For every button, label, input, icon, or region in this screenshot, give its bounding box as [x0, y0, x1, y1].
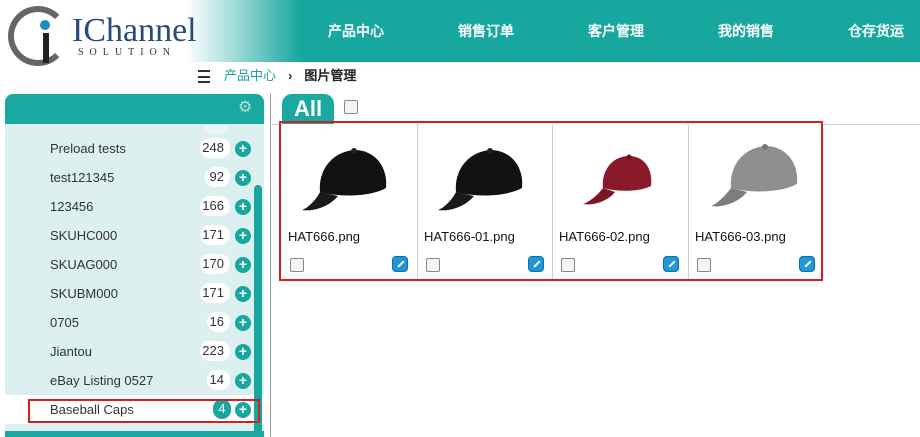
sidebar-item-count: 170 [200, 254, 230, 274]
sidebar-item[interactable]: SKUBM000 171 + [5, 279, 264, 308]
sidebar-item-label: eBay Listing 0527 [50, 373, 154, 388]
logo-i-icon [43, 33, 49, 63]
nav-item-sales-orders[interactable]: 销售订单 [458, 0, 514, 62]
select-all-checkbox[interactable] [344, 100, 358, 114]
sidebar-item[interactable]: SKUAG000 170 + [5, 250, 264, 279]
sidebar-item-label: 123456 [50, 199, 94, 214]
sidebar-item-count: 248 [200, 138, 230, 158]
add-icon[interactable]: + [235, 228, 251, 244]
add-icon[interactable]: + [235, 344, 251, 360]
breadcrumb-current: 图片管理 [304, 68, 357, 83]
breadcrumb-link-product-center[interactable]: 产品中心 [224, 68, 276, 83]
sidebar-item-count: 171 [200, 225, 230, 245]
add-icon[interactable]: + [235, 141, 251, 157]
sidebar-header: ⚙ [5, 94, 264, 124]
sidebar-item-count: 171 [200, 283, 230, 303]
tab-all[interactable]: All [282, 94, 334, 124]
sidebar-item[interactable]: Jiantou 223 + [5, 337, 264, 366]
add-icon[interactable]: + [235, 257, 251, 273]
sidebar-item-label: SKUAG000 [50, 257, 118, 272]
sidebar-item[interactable]: test121345 92 + [5, 163, 264, 192]
nav-item-product-center[interactable]: 产品中心 [328, 0, 384, 62]
nav-item-my-sales[interactable]: 我的销售 [718, 0, 774, 62]
sidebar: ⚙ Preload tests 248 + test121345 92 + 12… [5, 94, 264, 437]
logo-text: IChannel [72, 12, 197, 49]
sidebar-item[interactable]: Preload tests 248 + [5, 134, 264, 163]
nav-item-customer-management[interactable]: 客户管理 [588, 0, 644, 62]
sidebar-item[interactable]: 0705 16 + [5, 308, 264, 337]
sidebar-item-count: 16 [207, 312, 230, 332]
sidebar-item[interactable]: eBay Listing 0527 14 + [5, 366, 264, 395]
gear-icon[interactable]: ⚙ [238, 100, 254, 116]
chevron-right-icon: › [288, 68, 293, 83]
sidebar-item-count: 166 [200, 196, 230, 216]
logo[interactable]: IChannel SOLUTION [0, 0, 300, 66]
sidebar-item-label: test121345 [50, 170, 115, 185]
sidebar-list: Preload tests 248 + test121345 92 + 1234… [5, 124, 264, 437]
menu-icon[interactable] [198, 70, 210, 84]
main-divider [270, 94, 271, 437]
sidebar-item[interactable]: 123456 166 + [5, 192, 264, 221]
add-icon[interactable]: + [235, 315, 251, 331]
nav-item-warehouse-shipping[interactable]: 仓存货运 [848, 0, 904, 62]
selected-item-highlight [28, 399, 260, 423]
logo-subtext: SOLUTION [78, 47, 176, 58]
logo-dot-icon [40, 20, 50, 30]
add-icon[interactable]: + [235, 170, 251, 186]
sidebar-item-count [203, 124, 229, 134]
images-highlight [279, 121, 823, 281]
add-icon[interactable]: + [235, 373, 251, 389]
sidebar-item-count: 14 [207, 370, 230, 390]
sidebar-item-label: SKUBM000 [50, 286, 118, 301]
breadcrumb: 产品中心 › 图片管理 [198, 66, 356, 86]
sidebar-item-label: 0705 [50, 315, 79, 330]
sidebar-item-label: SKUHC000 [50, 228, 118, 243]
top-header: IChannel SOLUTION 产品中心 销售订单 客户管理 我的销售 仓存… [0, 0, 920, 66]
sidebar-item-count: 223 [200, 341, 230, 361]
sidebar-item[interactable]: SKUHC000 171 + [5, 221, 264, 250]
add-icon[interactable]: + [235, 199, 251, 215]
add-icon[interactable]: + [235, 286, 251, 302]
sidebar-item-count: 92 [205, 167, 230, 187]
sidebar-item-label: Jiantou [50, 344, 92, 359]
sidebar-item-label: Preload tests [50, 141, 126, 156]
sidebar-footer [5, 431, 264, 437]
logo-ring-icon [8, 6, 68, 66]
